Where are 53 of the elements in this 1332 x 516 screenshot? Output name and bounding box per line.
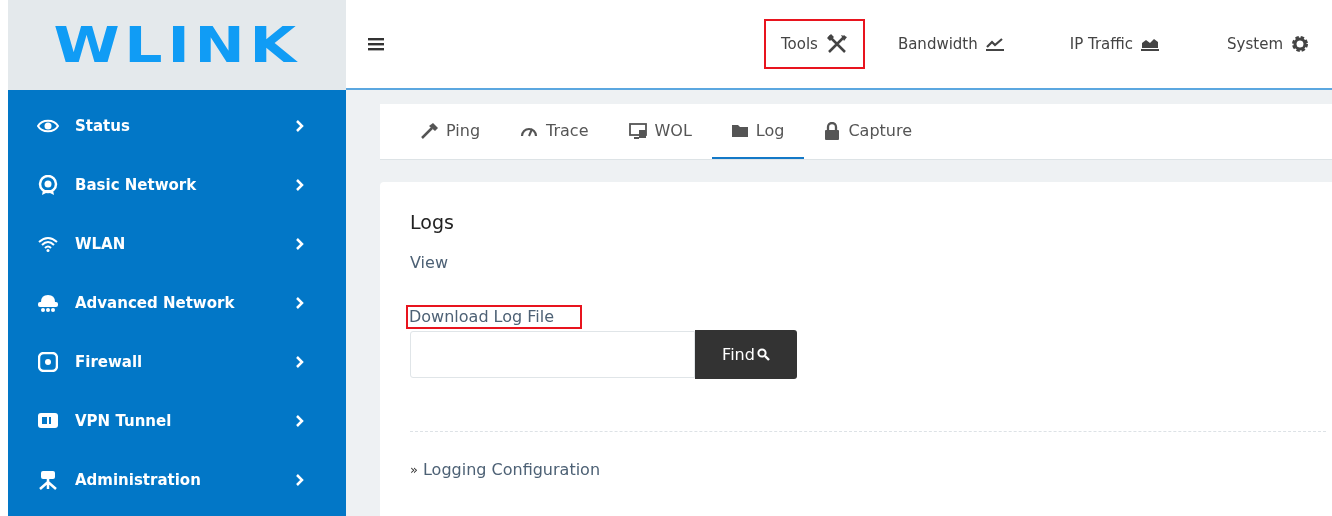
- folder-icon: [731, 124, 748, 137]
- monitor-icon: [628, 122, 647, 139]
- sidebar-label: VPN Tunnel: [75, 410, 173, 432]
- nav-link[interactable]: Bandwidth: [880, 19, 1021, 69]
- chevron-icon: [296, 415, 304, 427]
- chevron-icon: [296, 356, 304, 368]
- area-chart-icon: [1141, 37, 1160, 51]
- chevron-icon: [296, 297, 304, 309]
- logo: WLINK: [53, 20, 301, 70]
- sidebar-item[interactable]: WLAN: [8, 221, 346, 280]
- sidebar-label: Advanced Network: [75, 292, 236, 314]
- find-button[interactable]: Find: [695, 330, 797, 379]
- tab[interactable]: Ping: [400, 104, 501, 159]
- chevron-icon: [296, 238, 304, 250]
- download-log-link[interactable]: Download Log File: [408, 307, 581, 327]
- logging-configuration-link[interactable]: Logging Configuration: [422, 458, 601, 482]
- sidebar-label: Administration: [75, 469, 202, 491]
- badge-icon: [36, 175, 60, 195]
- nav-link[interactable]: Tools: [763, 19, 865, 69]
- sidebar-label: WLAN: [75, 233, 127, 255]
- sidebar-label: Basic Network: [75, 174, 198, 196]
- menu-icon[interactable]: [368, 37, 384, 51]
- search-field[interactable]: [410, 331, 695, 378]
- tab[interactable]: Capture: [804, 104, 933, 159]
- chevron-icon: [296, 120, 304, 132]
- wifi-icon: [36, 236, 60, 252]
- sidebar-item[interactable]: Basic Network: [8, 162, 346, 221]
- chevron-icon: [296, 179, 304, 191]
- hammer-icon: [420, 122, 438, 139]
- sidebar-label: Firewall: [75, 351, 144, 373]
- sidebar-item[interactable]: Firewall: [8, 339, 346, 398]
- card-icon: [36, 412, 60, 430]
- nav-link[interactable]: System: [1210, 19, 1326, 69]
- sidebar-item[interactable]: Administration: [8, 457, 346, 516]
- search-icon: [756, 348, 770, 361]
- sidebar-item[interactable]: Status: [8, 103, 346, 162]
- chevron-icon: [296, 474, 304, 486]
- eye-icon: [36, 119, 60, 133]
- tools-icon: [825, 34, 848, 54]
- tab[interactable]: WOL: [608, 104, 712, 159]
- sidebar-item[interactable]: VPN Tunnel: [8, 398, 346, 457]
- tab[interactable]: Log: [711, 104, 805, 159]
- card-title: Logs: [410, 210, 455, 235]
- nav-link[interactable]: IP Traffic: [1052, 19, 1177, 69]
- sidebar-item[interactable]: Advanced Network: [8, 280, 346, 339]
- cloud-icon: [36, 293, 60, 313]
- line-chart-icon: [985, 37, 1004, 51]
- chevron-marker: »: [410, 461, 418, 480]
- sidebar-label: Status: [75, 115, 131, 137]
- tab[interactable]: Trace: [500, 104, 609, 159]
- view-link[interactable]: View: [410, 251, 448, 275]
- settings-icon: [1291, 35, 1309, 53]
- lock-icon: [824, 121, 841, 140]
